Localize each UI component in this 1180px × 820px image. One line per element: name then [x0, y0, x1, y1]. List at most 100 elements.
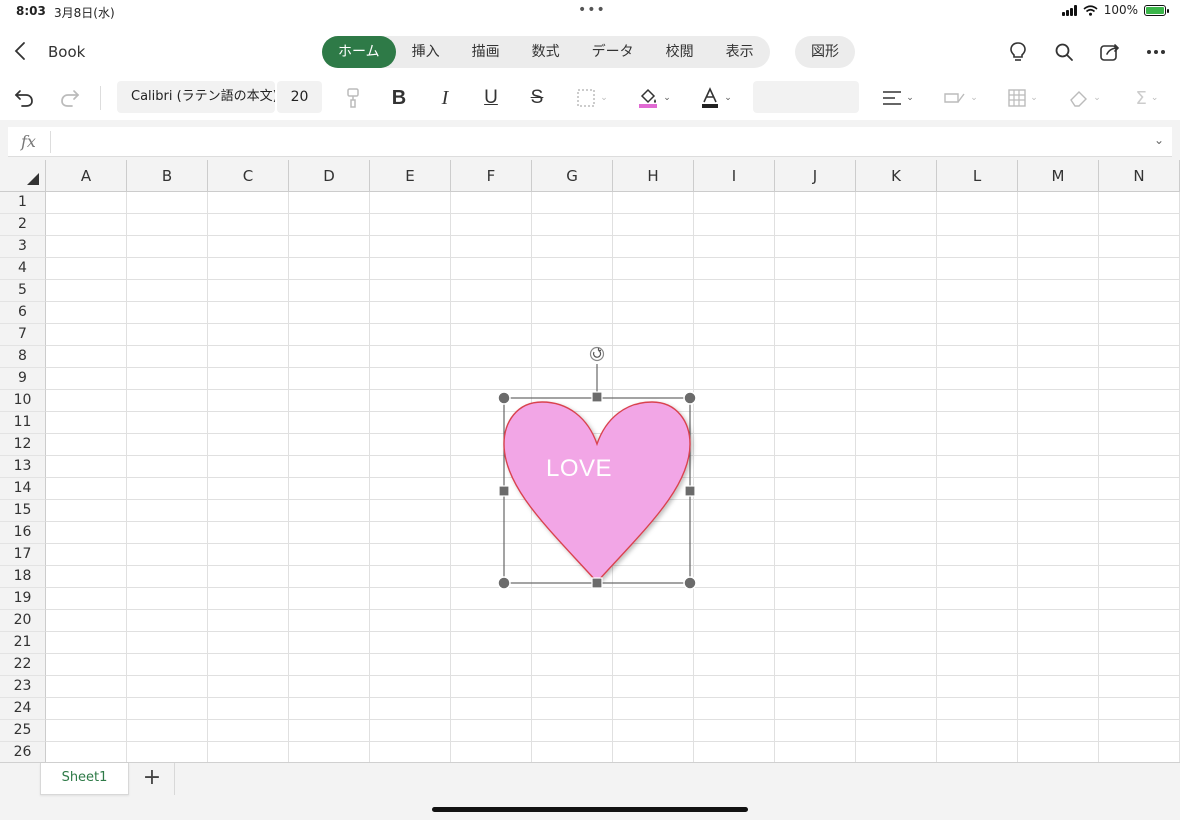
battery-percent: 100% — [1103, 3, 1138, 17]
table-button[interactable]: ⌄ — [1004, 85, 1042, 111]
fill-color-button[interactable]: ⌄ — [634, 85, 674, 111]
format-painter-icon[interactable] — [343, 85, 363, 111]
column-header-i[interactable]: I — [694, 160, 775, 192]
status-time: 8:03 — [16, 4, 46, 18]
row-header-25[interactable]: 25 — [0, 720, 46, 742]
search-icon[interactable] — [1052, 40, 1076, 64]
row-header-14[interactable]: 14 — [0, 478, 46, 500]
row-header-18[interactable]: 18 — [0, 566, 46, 588]
status-right: 100% — [1061, 3, 1169, 17]
column-header-g[interactable]: G — [532, 160, 613, 192]
column-header-k[interactable]: K — [856, 160, 937, 192]
status-date: 3月8日(水) — [54, 6, 115, 20]
row-header-20[interactable]: 20 — [0, 610, 46, 632]
cell-styles-box[interactable] — [753, 81, 859, 113]
add-sheet-button[interactable]: + — [130, 763, 175, 795]
column-header-d[interactable]: D — [289, 160, 370, 192]
row-header-1[interactable]: 1 — [0, 192, 46, 214]
lightbulb-icon[interactable] — [1006, 40, 1030, 64]
more-icon[interactable] — [1144, 40, 1168, 64]
font-color-icon — [702, 87, 719, 108]
multitasking-dots-icon[interactable]: ••• — [578, 2, 606, 18]
home-indicator — [432, 807, 748, 812]
column-header-m[interactable]: M — [1018, 160, 1099, 192]
excel-app: 8:03 3月8日(水) ••• 100% Book ホーム 挿入 描画 数式 — [0, 0, 1180, 820]
redo-icon[interactable] — [58, 85, 82, 111]
column-header-f[interactable]: F — [451, 160, 532, 192]
bold-button[interactable]: B — [388, 85, 410, 111]
share-icon[interactable] — [1098, 40, 1122, 64]
wrap-text-button[interactable]: ⌄ — [942, 85, 980, 111]
font-name-field[interactable]: Calibri (ラテン語の本文) — [117, 81, 275, 113]
workbook-title[interactable]: Book — [48, 43, 85, 61]
undo-icon[interactable] — [12, 85, 36, 111]
tab-formulas[interactable]: 数式 — [516, 36, 576, 68]
tab-home[interactable]: ホーム — [322, 36, 396, 68]
tab-data[interactable]: データ — [576, 36, 650, 68]
align-left-icon — [883, 91, 902, 105]
strikethrough-button[interactable]: S — [526, 85, 548, 111]
column-header-c[interactable]: C — [208, 160, 289, 192]
font-color-button[interactable]: ⌄ — [696, 85, 736, 111]
row-header-19[interactable]: 19 — [0, 588, 46, 610]
row-header-13[interactable]: 13 — [0, 456, 46, 478]
chevron-down-icon: ⌄ — [663, 93, 671, 103]
row-header-15[interactable]: 15 — [0, 500, 46, 522]
clear-button[interactable]: ⌄ — [1066, 85, 1104, 111]
row-header-3[interactable]: 3 — [0, 236, 46, 258]
column-header-n[interactable]: N — [1099, 160, 1180, 192]
row-header-24[interactable]: 24 — [0, 698, 46, 720]
column-header-h[interactable]: H — [613, 160, 694, 192]
tab-review[interactable]: 校閲 — [650, 36, 710, 68]
battery-icon — [1144, 4, 1169, 16]
row-header-26[interactable]: 26 — [0, 742, 46, 762]
row-header-5[interactable]: 5 — [0, 280, 46, 302]
font-size-field[interactable]: 20 — [277, 81, 322, 113]
heart-shape-text[interactable]: LOVE — [546, 455, 612, 483]
tab-draw[interactable]: 描画 — [456, 36, 516, 68]
row-header-9[interactable]: 9 — [0, 368, 46, 390]
chevron-left-icon[interactable] — [10, 40, 32, 62]
row-header-8[interactable]: 8 — [0, 346, 46, 368]
tab-view[interactable]: 表示 — [710, 36, 770, 68]
heart-shape[interactable] — [503, 401, 691, 584]
row-header-10[interactable]: 10 — [0, 390, 46, 412]
row-header-21[interactable]: 21 — [0, 632, 46, 654]
row-header-6[interactable]: 6 — [0, 302, 46, 324]
row-header-11[interactable]: 11 — [0, 412, 46, 434]
table-icon — [1008, 89, 1026, 107]
column-header-j[interactable]: J — [775, 160, 856, 192]
sheet-tab-sheet1[interactable]: Sheet1 — [40, 763, 129, 795]
autosum-button[interactable]: Σ ⌄ — [1128, 85, 1166, 111]
formula-bar[interactable]: fx ⌄ — [8, 127, 1172, 157]
top-bar: Book ホーム 挿入 描画 数式 データ 校閲 表示 図形 — [0, 24, 1180, 78]
wrap-text-icon — [944, 93, 965, 103]
heart-shape-selection[interactable]: LOVE — [490, 340, 705, 595]
italic-button[interactable]: I — [434, 85, 456, 111]
row-header-16[interactable]: 16 — [0, 522, 46, 544]
spreadsheet-grid[interactable]: LOVE A B C D E F G H I J K L M N 1 2 3 4 5 6 7 8 9 10 11 12 13 14 15… — [0, 160, 1180, 762]
borders-button[interactable]: ⌄ — [572, 85, 612, 111]
row-header-22[interactable]: 22 — [0, 654, 46, 676]
row-header-12[interactable]: 12 — [0, 434, 46, 456]
formula-divider — [50, 131, 51, 153]
chevron-down-icon[interactable]: ⌄ — [1154, 133, 1164, 147]
column-header-a[interactable]: A — [46, 160, 127, 192]
select-all-corner[interactable] — [0, 160, 46, 192]
column-header-e[interactable]: E — [370, 160, 451, 192]
underline-button[interactable]: U — [480, 85, 502, 111]
align-button[interactable]: ⌄ — [878, 85, 918, 111]
row-header-4[interactable]: 4 — [0, 258, 46, 280]
tab-insert[interactable]: 挿入 — [396, 36, 456, 68]
chevron-down-icon: ⌄ — [1093, 93, 1101, 103]
row-header-23[interactable]: 23 — [0, 676, 46, 698]
chevron-down-icon: ⌄ — [1030, 93, 1038, 103]
row-header-2[interactable]: 2 — [0, 214, 46, 236]
tab-shape[interactable]: 図形 — [795, 36, 855, 68]
sheet-tab-bar: Sheet1 + — [0, 762, 1180, 820]
row-header-7[interactable]: 7 — [0, 324, 46, 346]
column-header-l[interactable]: L — [937, 160, 1018, 192]
column-header-b[interactable]: B — [127, 160, 208, 192]
row-header-17[interactable]: 17 — [0, 544, 46, 566]
borders-icon — [577, 89, 595, 107]
